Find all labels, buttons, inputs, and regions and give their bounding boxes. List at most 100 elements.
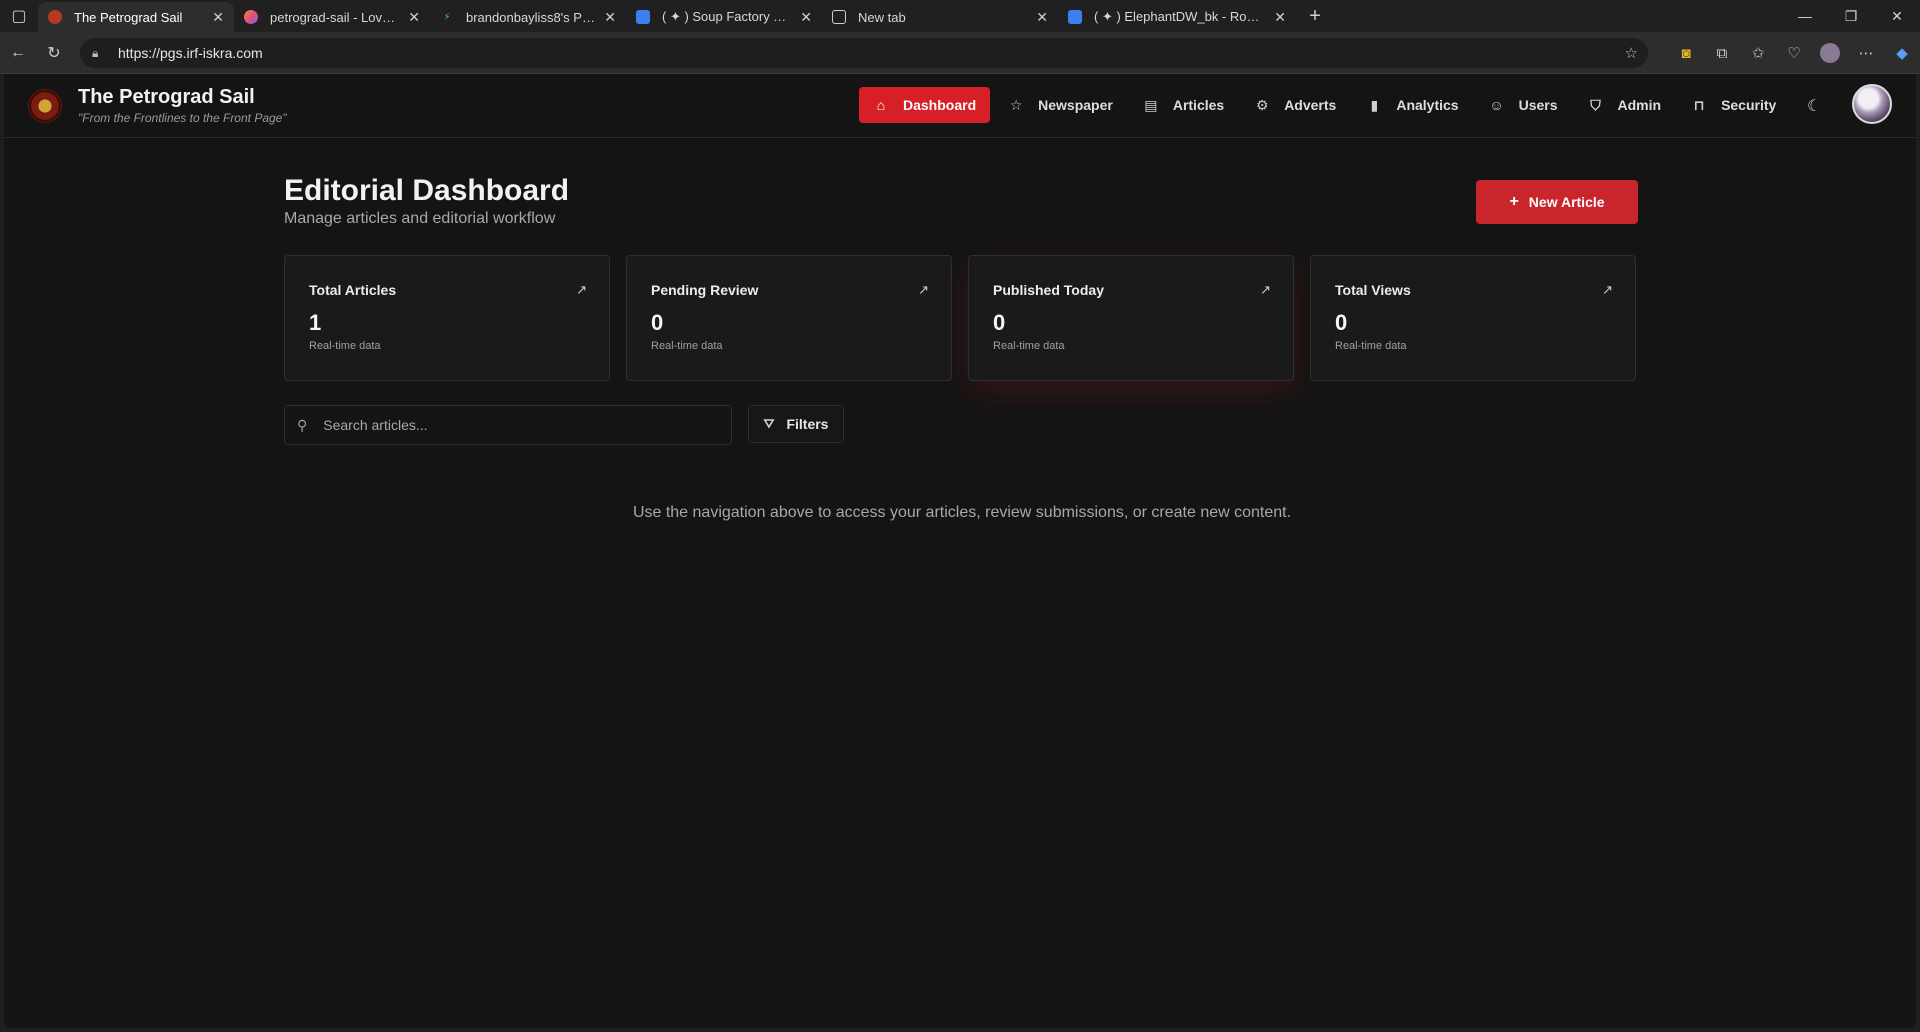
browser-toolbar: ← ↻ 🔒︎ https://pgs.irf-iskra.com ☆ ◙ ⧉ ✩… [0,32,1920,74]
url-text: https://pgs.irf-iskra.com [118,45,263,61]
back-icon[interactable]: ← [0,44,36,62]
stat-card-published-today: Published Today ↗ 0 Real-time data [968,255,1294,381]
restore-icon[interactable]: ❐ [1828,0,1874,32]
stat-card-total-views: Total Views ↗ 0 Real-time data [1310,255,1636,381]
close-icon[interactable]: ✕ [604,9,616,26]
nav-newspaper[interactable]: ☆ Newspaper [996,87,1125,123]
lock-icon: ⊓ [1693,96,1705,113]
brand-title: The Petrograd Sail [78,86,255,108]
stat-value: 0 [1335,310,1348,335]
trending-up-icon: ↗ [1260,282,1271,297]
main-nav: ⌂ Dashboard ☆ Newspaper ▤ Articles ⚙ Adverts… [859,86,1794,124]
close-icon[interactable]: ✕ [212,9,224,26]
stat-note: Real-time data [651,340,723,352]
close-icon[interactable]: ✕ [408,9,420,26]
tab-actions-icon[interactable]: ▢ [0,0,38,32]
gear-icon: ⚙ [1255,96,1269,113]
new-article-label: New Article [1528,194,1605,210]
roblox-icon [1068,10,1082,24]
nav-label: Security [1721,97,1777,113]
shield-icon: ⛉ [1590,96,1601,113]
browser-tab[interactable]: ⚡ brandonbayliss8's Project | IRF - I ✕ [430,2,626,32]
stat-card-pending-review: Pending Review ↗ 0 Real-time data [626,255,952,381]
newtab-icon [832,10,846,24]
nav-label: Articles [1172,97,1225,113]
close-icon[interactable]: ✕ [1274,9,1286,26]
more-icon[interactable]: ⋯ [1848,44,1884,62]
tab-title: brandonbayliss8's Project | IRF - I [466,9,597,25]
moon-icon[interactable]: ☾ [1807,96,1821,116]
home-icon: ⌂ [876,97,886,113]
close-icon[interactable]: ✕ [800,9,812,26]
window-controls: — ❐ ✕ [1782,0,1920,32]
nav-analytics[interactable]: ▮ Analytics [1354,87,1470,123]
browser-tab[interactable]: The Petrograd Sail ✕ [38,2,234,32]
web-page: The Petrograd Sail "From the Frontlines … [4,74,1916,1028]
roblox-icon [636,10,650,24]
tab-title: ( ✦ ) ElephantDW_bk - Roblox [1094,9,1267,24]
avatar[interactable] [1852,84,1892,124]
browser-tab[interactable]: petrograd-sail - Lovable ✕ [234,2,430,32]
page-title: Editorial Dashboard [284,174,570,207]
extension-icon[interactable]: ◙ [1668,45,1704,62]
nav-label: Analytics [1396,97,1459,113]
filters-label: Filters [786,416,829,432]
lock-icon: 🔒︎ [92,45,99,60]
favorites-icon[interactable]: ✩ [1740,44,1776,62]
new-tab-button[interactable]: + [1300,5,1330,28]
stat-title: Total Views [1335,282,1411,298]
refresh-icon[interactable]: ↻ [36,43,72,63]
browser-tab-bar: ▢ The Petrograd Sail ✕ petrograd-sail - … [0,0,1920,32]
stat-value: 0 [993,310,1006,335]
bar-chart-icon: ▮ [1370,96,1379,113]
filters-button[interactable]: ⛛ Filters [748,405,844,443]
app-header: The Petrograd Sail "From the Frontlines … [4,74,1916,138]
copilot-icon[interactable]: ◆ [1884,44,1920,62]
tab-title: ( ✦ ) Soup Factory Tycoon - Roblo [662,9,793,24]
tab-title: petrograd-sail - Lovable [270,9,401,25]
navigation-hint: Use the navigation above to access your … [632,504,1292,521]
minimize-icon[interactable]: — [1782,0,1828,32]
nav-dashboard[interactable]: ⌂ Dashboard [859,87,991,123]
browser-tab[interactable]: New tab ✕ [822,2,1058,32]
extensions-area: ◙ ⧉ ✩ ♡ ⋯ ◆ [1668,32,1920,74]
heart-icon[interactable]: ♡ [1776,44,1812,62]
nav-security[interactable]: ⊓ Security [1679,87,1788,123]
browser-tab[interactable]: ( ✦ ) ElephantDW_bk - Roblox ✕ [1058,2,1296,32]
new-article-button[interactable]: + New Article [1476,180,1638,224]
nav-label: Adverts [1284,97,1337,113]
filter-icon: ⛛ [763,416,775,431]
nav-adverts[interactable]: ⚙ Adverts [1242,87,1348,123]
search-box: ⚲ [284,405,732,445]
stat-card-total-articles: Total Articles ↗ 1 Real-time data [284,255,610,381]
close-icon[interactable]: ✕ [1036,9,1048,26]
search-icon: ⚲ [297,416,308,433]
address-bar[interactable]: 🔒︎ https://pgs.irf-iskra.com ☆ [80,38,1648,68]
puzzle-icon[interactable]: ⧉ [1704,45,1740,62]
stat-title: Total Articles [309,282,397,298]
profile-icon[interactable] [1812,43,1848,63]
nav-articles[interactable]: ▤ Articles [1131,87,1236,123]
tab-title: New tab [858,9,906,25]
trending-up-icon: ↗ [576,282,587,297]
tab-title: The Petrograd Sail [74,9,183,25]
nav-admin[interactable]: ⛉ Admin [1576,87,1674,123]
nav-label: Dashboard [903,97,977,113]
plus-icon: + [1509,193,1519,210]
close-window-icon[interactable]: ✕ [1874,0,1920,32]
nav-users[interactable]: ☺ Users [1477,87,1570,123]
stat-value: 0 [651,310,664,335]
stat-title: Pending Review [651,282,759,298]
browser-tab[interactable]: ( ✦ ) Soup Factory Tycoon - Roblo ✕ [626,2,822,32]
search-input[interactable] [323,417,704,433]
nav-label: Newspaper [1038,97,1113,113]
brand[interactable]: The Petrograd Sail "From the Frontlines … [28,86,287,125]
trending-up-icon: ↗ [918,282,929,297]
lovable-icon [244,10,258,24]
stats-cards: Total Articles ↗ 1 Real-time data Pendin… [284,255,1636,381]
favorite-star-icon[interactable]: ☆ [1625,44,1638,62]
stat-note: Real-time data [309,340,381,352]
stat-note: Real-time data [993,340,1065,352]
bolt-icon: ⚡ [443,11,451,23]
page-subtitle: Manage articles and editorial workflow [284,210,556,227]
